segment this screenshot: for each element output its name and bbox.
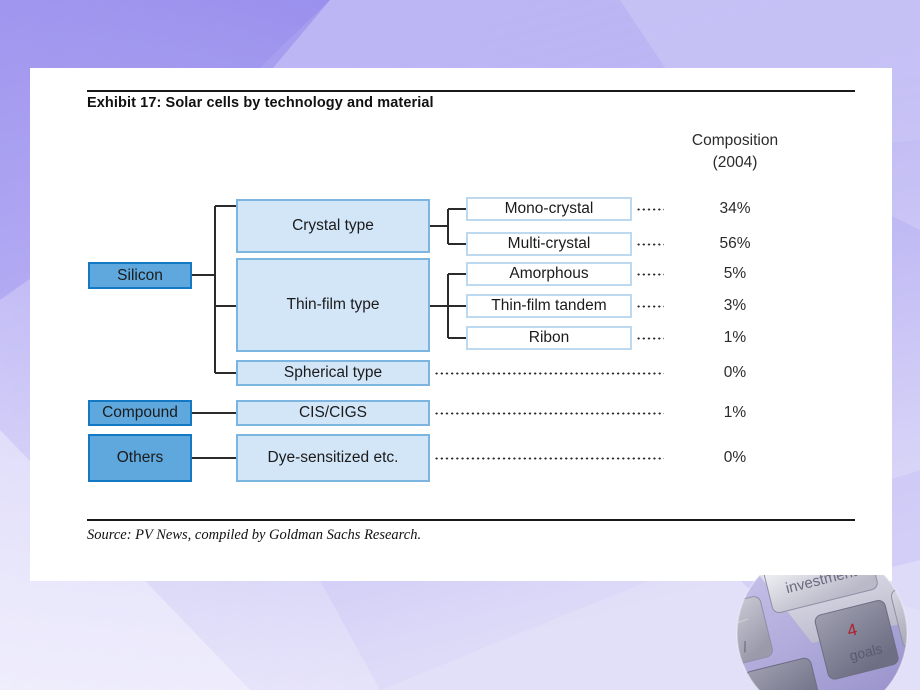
node-thin-film-type-label: Thin-film type xyxy=(286,296,380,313)
composition-value-thin-film-tandem: 3% xyxy=(723,297,747,314)
tree-connector-lines xyxy=(192,205,466,459)
exhibit-panel: Exhibit 17: Solar cells by technology an… xyxy=(30,68,892,581)
leader-dots-spherical-type xyxy=(434,372,664,375)
node-dye-sensitized[interactable]: Dye-sensitized etc. xyxy=(236,434,430,482)
technology-tree-diagram: Silicon Compound Others Crystal type Thi… xyxy=(30,68,892,581)
leader-dots-cis-cigs xyxy=(434,412,664,415)
source-divider xyxy=(87,519,855,521)
leader-dots-amorphous xyxy=(636,273,664,276)
composition-value-multi-crystal: 56% xyxy=(719,235,751,252)
composition-value-mono-crystal: 34% xyxy=(719,200,751,217)
leader-dots-thin-film-tandem xyxy=(636,305,664,308)
node-cis-cigs-label: CIS/CIGS xyxy=(298,404,368,421)
node-silicon[interactable]: Silicon xyxy=(88,262,192,289)
node-spherical-type-label: Spherical type xyxy=(283,364,383,381)
node-ribon-label: Ribon xyxy=(528,329,570,346)
node-crystal-type[interactable]: Crystal type xyxy=(236,199,430,253)
node-mono-crystal[interactable]: Mono-crystal xyxy=(466,197,632,221)
composition-value-spherical-type: 0% xyxy=(723,364,747,381)
node-cis-cigs[interactable]: CIS/CIGS xyxy=(236,400,430,426)
node-amorphous-label: Amorphous xyxy=(509,265,589,282)
node-crystal-type-label: Crystal type xyxy=(292,217,374,234)
node-multi-crystal[interactable]: Multi-crystal xyxy=(466,232,632,256)
node-thin-film-tandem-label: Thin-film tandem xyxy=(491,297,607,314)
leader-dots-dye-sensitized xyxy=(434,457,664,460)
node-others[interactable]: Others xyxy=(88,434,192,482)
composition-value-dye-sensitized: 0% xyxy=(723,449,747,466)
leader-dots-mono-crystal xyxy=(636,208,664,211)
node-multi-crystal-label: Multi-crystal xyxy=(507,235,591,252)
node-dye-sensitized-label: Dye-sensitized etc. xyxy=(267,449,399,466)
source-note: Source: PV News, compiled by Goldman Sac… xyxy=(87,527,422,543)
node-compound[interactable]: Compound xyxy=(88,400,192,426)
node-mono-crystal-label: Mono-crystal xyxy=(504,200,594,217)
leader-dots-multi-crystal xyxy=(636,243,664,246)
node-compound-label: Compound xyxy=(102,404,178,421)
node-amorphous[interactable]: Amorphous xyxy=(466,262,632,286)
composition-value-cis-cigs: 1% xyxy=(723,404,747,421)
node-thin-film-tandem[interactable]: Thin-film tandem xyxy=(466,294,632,318)
node-silicon-label: Silicon xyxy=(117,266,163,284)
composition-value-amorphous: 5% xyxy=(723,265,747,282)
node-others-label: Others xyxy=(116,449,164,466)
composition-value-ribon: 1% xyxy=(723,329,747,346)
node-thin-film-type[interactable]: Thin-film type xyxy=(236,258,430,352)
node-spherical-type[interactable]: Spherical type xyxy=(236,360,430,386)
node-ribon[interactable]: Ribon xyxy=(466,326,632,350)
leader-dots-ribon xyxy=(636,337,664,340)
